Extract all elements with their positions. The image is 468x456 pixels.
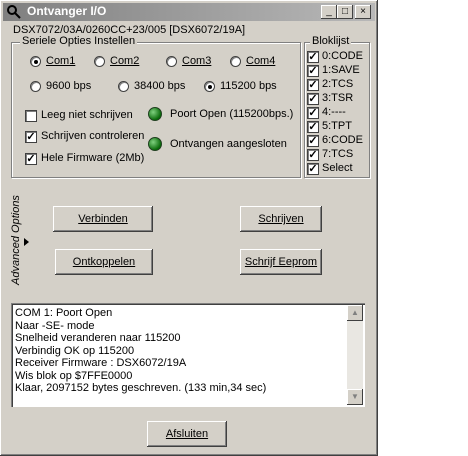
- port-open-led-icon: [148, 107, 162, 121]
- log-line: Snelheid veranderen naar 115200: [15, 332, 181, 344]
- log-line: COM 1: Poort Open: [15, 307, 113, 319]
- log-line: Wis blok op $7FFE0000: [15, 369, 133, 382]
- log-scrollbar[interactable]: ▲ ▼: [347, 305, 363, 405]
- log-lines: COM 1: Poort Open Naar -SE- mode Snelhei…: [15, 307, 266, 395]
- close-button[interactable]: ×: [355, 5, 371, 19]
- log-line: Naar -SE- mode: [15, 319, 95, 332]
- blok-4-label[interactable]: 4:----: [322, 106, 346, 118]
- blok-4-checkbox[interactable]: ✓: [307, 107, 319, 119]
- blok-1-label[interactable]: 1:SAVE: [322, 64, 360, 76]
- serial-options-legend: Seriele Opties Instellen: [20, 35, 138, 47]
- blok-7-checkbox[interactable]: ✓: [307, 149, 319, 161]
- com4-radio[interactable]: [230, 56, 241, 67]
- blok-3-label[interactable]: 3:TSR: [322, 92, 353, 104]
- com1-label[interactable]: Com1: [46, 55, 75, 67]
- leeg-niet-schrijven-label[interactable]: Leeg niet schrijven: [41, 109, 133, 121]
- blok-5-checkbox[interactable]: ✓: [307, 121, 319, 133]
- blok-6-checkbox[interactable]: ✓: [307, 135, 319, 147]
- com3-radio[interactable]: [166, 56, 177, 67]
- speed-9600-label[interactable]: 9600 bps: [46, 80, 91, 92]
- window-title: Ontvanger I/O: [27, 4, 107, 18]
- blok-5-label[interactable]: 5:TPT: [322, 120, 352, 132]
- blok-1-checkbox[interactable]: ✓: [307, 65, 319, 77]
- select-all-checkbox[interactable]: ✓: [307, 163, 319, 175]
- advanced-options-tab[interactable]: Advanced Options: [8, 187, 24, 297]
- blok-0-label[interactable]: 0:CODE: [322, 50, 363, 62]
- scroll-up-icon[interactable]: ▲: [347, 305, 363, 321]
- schrijven-button[interactable]: Schrijven: [240, 206, 322, 232]
- blok-3-checkbox[interactable]: ✓: [307, 93, 319, 105]
- select-all-label[interactable]: Select: [322, 162, 353, 174]
- log-line: Verbindig OK op 115200: [15, 344, 135, 357]
- speed-115200-label[interactable]: 115200 bps: [220, 80, 277, 92]
- bloklijst-legend: Bloklijst: [310, 35, 352, 47]
- title-bar[interactable]: Ontvanger I/O _ □ ×: [3, 3, 375, 21]
- scroll-down-icon[interactable]: ▼: [347, 389, 363, 405]
- receiver-connected-led-icon: [148, 137, 162, 151]
- blok-7-label[interactable]: 7:TCS: [322, 148, 353, 160]
- magnifier-icon: [7, 5, 21, 19]
- com2-radio[interactable]: [94, 56, 105, 67]
- com1-radio[interactable]: [30, 56, 41, 67]
- schrijven-controleren-label[interactable]: Schrijven controleren: [41, 130, 144, 142]
- ontvanger-window: Ontvanger I/O _ □ × DSX7072/03A/0260CC+2…: [0, 0, 378, 456]
- com3-label[interactable]: Com3: [182, 55, 211, 67]
- schrijf-eeprom-button[interactable]: Schrijf Eeprom: [240, 249, 322, 275]
- com2-label[interactable]: Com2: [110, 55, 139, 67]
- speed-115200-radio[interactable]: [204, 81, 215, 92]
- schrijven-controleren-checkbox[interactable]: ✓: [25, 131, 37, 143]
- hele-firmware-label[interactable]: Hele Firmware (2Mb): [41, 152, 144, 164]
- minimize-button[interactable]: _: [321, 5, 337, 19]
- blok-2-checkbox[interactable]: ✓: [307, 79, 319, 91]
- expand-arrow-icon[interactable]: [24, 238, 29, 246]
- blok-2-label[interactable]: 2:TCS: [322, 78, 353, 90]
- receiver-connected-status: Ontvangen aangesloten: [170, 138, 287, 150]
- com4-label[interactable]: Com4: [246, 55, 275, 67]
- log-output[interactable]: COM 1: Poort Open Naar -SE- mode Snelhei…: [11, 303, 365, 407]
- ontkoppelen-button[interactable]: Ontkoppelen: [55, 249, 153, 275]
- log-line: Receiver Firmware : DSX6072/19A: [15, 357, 187, 369]
- speed-38400-label[interactable]: 38400 bps: [134, 80, 185, 92]
- blok-0-checkbox[interactable]: ✓: [307, 51, 319, 63]
- verbinden-button[interactable]: Verbinden: [53, 206, 153, 232]
- speed-38400-radio[interactable]: [118, 81, 129, 92]
- hele-firmware-checkbox[interactable]: ✓: [25, 153, 37, 165]
- leeg-niet-schrijven-checkbox[interactable]: [25, 110, 37, 122]
- log-line: Klaar, 2097152 bytes geschreven. (133 mi…: [15, 382, 267, 394]
- speed-9600-radio[interactable]: [30, 81, 41, 92]
- advanced-options-label: Advanced Options: [10, 195, 22, 285]
- maximize-button[interactable]: □: [337, 5, 353, 19]
- blok-6-label[interactable]: 6:CODE: [322, 134, 363, 146]
- port-open-status: Poort Open (115200bps.): [170, 108, 294, 120]
- afsluiten-button[interactable]: Afsluiten: [147, 421, 227, 447]
